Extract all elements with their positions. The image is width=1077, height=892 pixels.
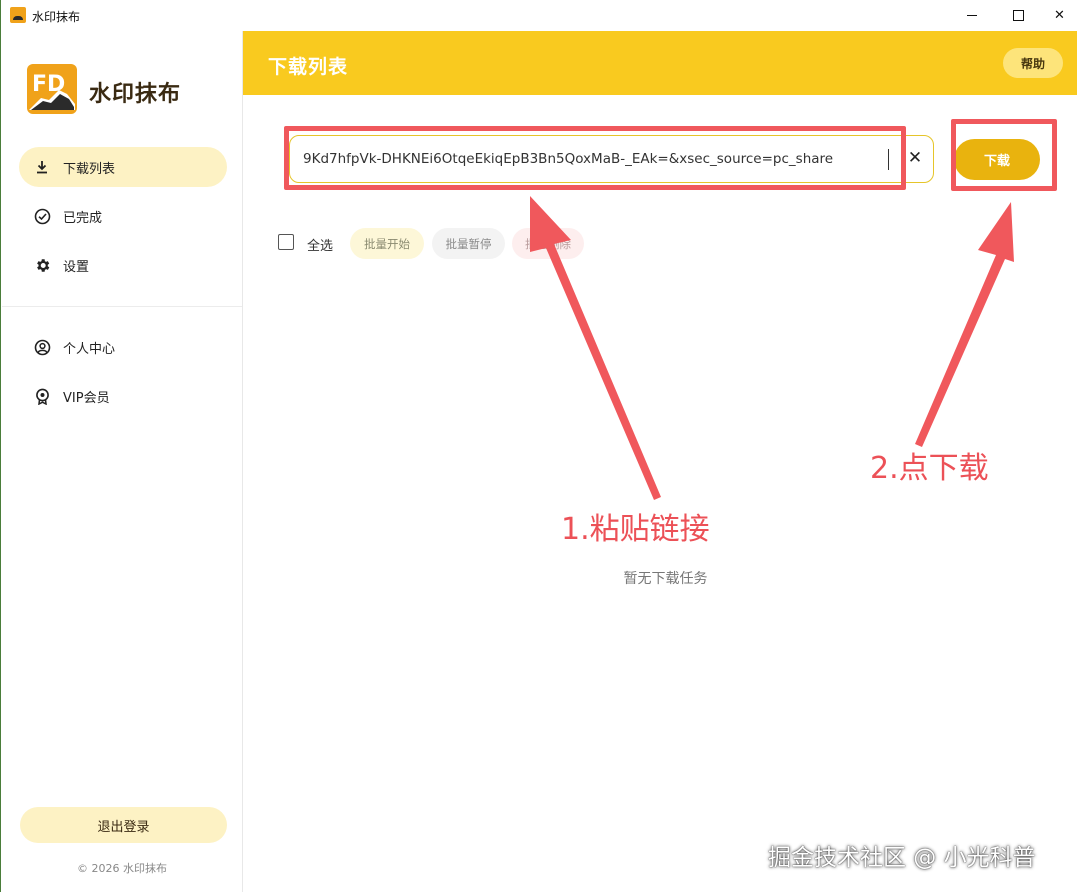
batch-delete-button[interactable]: 批量删除 (512, 228, 584, 259)
batch-pause-button[interactable]: 批量暂停 (432, 228, 505, 259)
empty-state-text: 暂无下载任务 (623, 571, 708, 587)
sidebar-divider (2, 306, 242, 307)
sidebar-item-label: 已完成 (63, 210, 103, 226)
sidebar-item-label: 设置 (63, 259, 90, 275)
sidebar-item-label: 个人中心 (63, 341, 116, 357)
window-close-button[interactable]: ✕ (1041, 0, 1077, 31)
window-title: 水印抹布 (32, 10, 81, 24)
sidebar-item-profile[interactable]: 个人中心 (19, 327, 227, 367)
logout-button[interactable]: 退出登录 (20, 807, 227, 843)
sidebar-item-settings[interactable]: 设置 (19, 245, 227, 285)
user-circle-icon (33, 338, 51, 356)
page-title: 下载列表 (268, 56, 349, 78)
sidebar-item-vip[interactable]: VIP会员 (19, 376, 227, 416)
sidebar-item-completed[interactable]: 已完成 (19, 196, 227, 236)
download-icon (33, 158, 51, 176)
check-circle-icon (33, 207, 51, 225)
brand-name: 水印抹布 (89, 82, 182, 107)
maximize-button[interactable] (995, 0, 1041, 31)
sidebar-item-download-list[interactable]: 下载列表 (19, 147, 227, 187)
app-logo: FD (27, 64, 77, 114)
minimize-icon (967, 15, 977, 16)
help-button[interactable]: 帮助 (1003, 48, 1063, 78)
vip-badge-icon (33, 387, 51, 405)
select-all-checkbox[interactable] (278, 234, 294, 250)
batch-start-button[interactable]: 批量开始 (350, 228, 424, 259)
page-header: 下载列表 帮助 (243, 31, 1077, 95)
sidebar-item-label: 下载列表 (63, 161, 116, 177)
close-icon[interactable]: ✕ (905, 146, 925, 170)
sidebar: FD 水印抹布 下载列表 已完成 设置 个人中心 VIP会员 退出登录 © 20… (2, 31, 243, 892)
gear-icon (33, 256, 51, 274)
title-bar: 水印抹布 ✕ (1, 0, 1077, 31)
annotation-step-1: 1.粘贴链接 (561, 512, 710, 547)
annotation-box-download (951, 119, 1057, 191)
annotation-arrow-2 (915, 202, 1014, 447)
watermark-text: 掘金技术社区 @ 小光科普 (768, 845, 1036, 871)
app-window: 水印抹布 ✕ FD 水印抹布 下载列表 已完成 设置 个人中心 VIP会员 退出… (0, 0, 1077, 892)
annotation-step-2: 2.点下载 (870, 451, 989, 486)
minimize-button[interactable] (949, 0, 995, 31)
app-icon (10, 7, 26, 23)
select-all-label[interactable]: 全选 (307, 235, 333, 254)
annotation-box-input (284, 126, 906, 190)
close-icon: ✕ (1054, 8, 1065, 23)
sidebar-item-label: VIP会员 (63, 390, 110, 406)
maximize-icon (1012, 10, 1024, 21)
copyright-text: © 2026 水印抹布 (77, 862, 167, 875)
